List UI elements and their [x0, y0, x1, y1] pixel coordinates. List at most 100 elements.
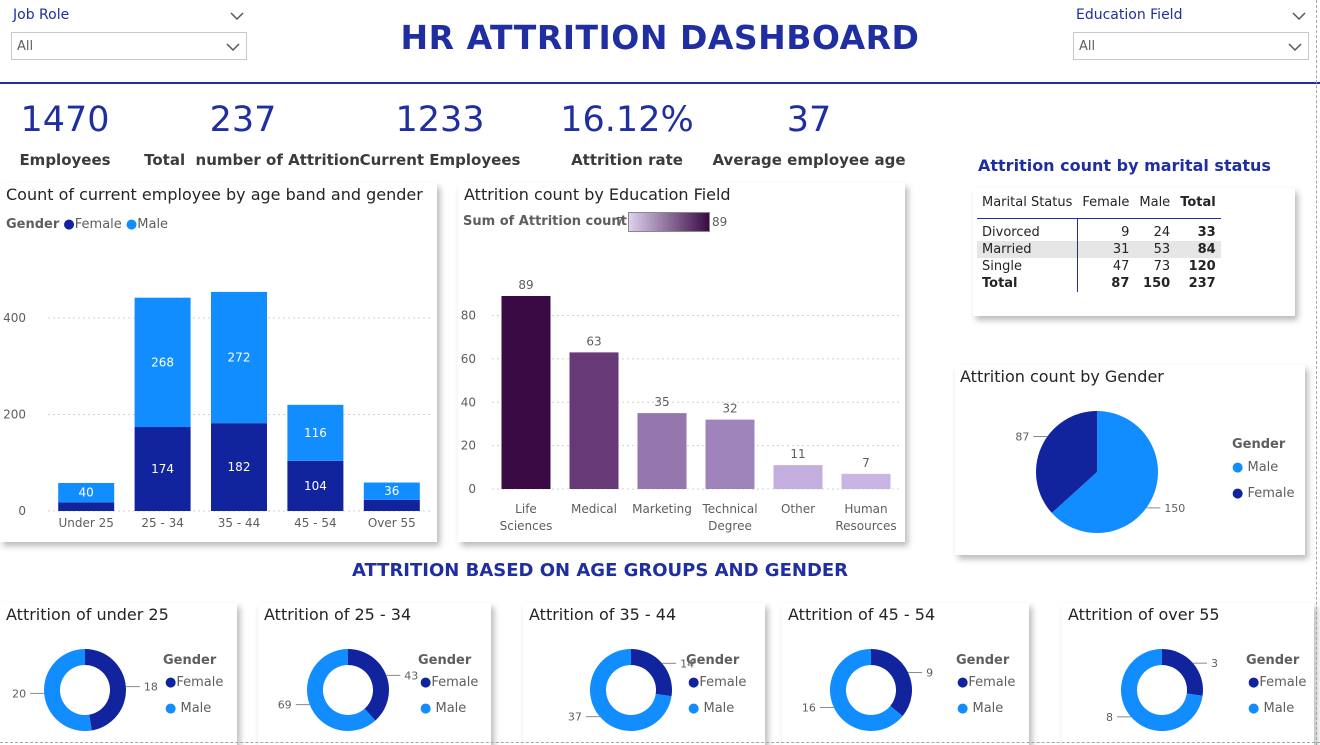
legend-title: Gender [956, 653, 1010, 668]
donut-slice-female [631, 649, 672, 697]
x-tick-label: 35 - 44 [218, 516, 261, 530]
education-chart-card: Attrition count by Education Field Sum o… [458, 183, 905, 542]
legend-item-female: ●Female [1248, 675, 1306, 690]
legend-dot-icon: ● [420, 701, 432, 716]
table-cell: 53 [1153, 242, 1171, 257]
legend-item-male: ● Male [1248, 701, 1294, 716]
y-tick-label: 200 [3, 407, 26, 421]
data-label: 11 [790, 447, 805, 461]
legend-item-female: ●Female [688, 675, 746, 690]
table-cell: Married [977, 241, 1078, 258]
bar [773, 465, 823, 489]
table-cell: 237 [1188, 276, 1216, 291]
data-label: 37 [568, 711, 582, 724]
donut-chart-under-25: 1820 [12, 649, 158, 731]
data-label: 8 [1106, 711, 1113, 724]
chevron-down-icon[interactable] [1292, 11, 1306, 21]
table-cell: Divorced [977, 218, 1078, 241]
data-label: 150 [1164, 502, 1185, 515]
y-tick-label: 80 [461, 309, 476, 323]
legend-dot-icon: ● [1248, 701, 1260, 716]
job-role-dropdown[interactable]: All [11, 32, 247, 60]
donut-chart-35-44: 1437 [568, 649, 694, 731]
x-tick-label: Degree [708, 519, 752, 533]
data-label: 104 [304, 479, 327, 493]
legend-label: Female [1259, 675, 1307, 690]
donut-chart-45-54: 9 16 [802, 649, 933, 731]
table-header[interactable]: Marital Status [977, 194, 1077, 219]
donut-card-45-54: Attrition of 45 - 54 9 16 Gender ●Female … [782, 603, 1029, 745]
legend-item-female: ● Female [1232, 486, 1295, 501]
legend-item-female: ●Female [420, 675, 478, 690]
x-tick-label: Sciences [500, 519, 553, 533]
data-label: 116 [304, 426, 327, 440]
job-role-slicer-label: Job Role [13, 7, 70, 23]
legend-dot-icon: ● [957, 675, 969, 690]
bar-female [58, 502, 115, 511]
table-cell: Single [977, 258, 1078, 275]
age-band-chart-card: Count of current employee by age band an… [0, 183, 437, 542]
marital-title: Attrition count by marital status [978, 156, 1271, 175]
table-cell: 73 [1153, 259, 1171, 274]
page-border-right [1316, 0, 1317, 745]
table-cell: 84 [1197, 242, 1216, 257]
x-tick-label: 45 - 54 [294, 516, 337, 530]
legend-dot-icon: ● [688, 675, 700, 690]
kpi-age-value: 37 [786, 100, 832, 140]
data-label: 16 [802, 701, 816, 714]
donut-slice-female [871, 649, 912, 717]
table-cell: 47 [1112, 259, 1130, 274]
legend-label: Male [703, 701, 735, 716]
data-label: 18 [144, 681, 158, 694]
dashboard-title: HR ATTRITION DASHBOARD [400, 18, 920, 57]
y-tick-label: 0 [18, 504, 26, 518]
data-label: 268 [151, 355, 174, 369]
donut-card-25-34: Attrition of 25 - 34 43 69 Gender ●Female… [258, 603, 491, 745]
data-label: 40 [79, 486, 94, 500]
y-tick-label: 60 [461, 352, 476, 366]
y-tick-label: 40 [461, 395, 476, 409]
table-header[interactable]: Total [1175, 194, 1221, 219]
data-label: 174 [151, 462, 174, 476]
legend-title: Gender [686, 653, 740, 668]
education-field-value: All [1079, 39, 1096, 54]
data-label: 272 [228, 351, 251, 365]
x-tick-label: Life [515, 502, 537, 516]
legend-dot-icon: ● [957, 701, 969, 716]
legend-title: Gender [163, 653, 217, 668]
data-label: 35 [654, 395, 669, 409]
page-border-bottom [0, 742, 1320, 743]
education-bar-chart: 0 20 40 60 80 89 Life Sciences 63 Medical 35 Market… [461, 278, 900, 533]
legend-item-female: ●Female [165, 675, 223, 690]
x-tick-label: Other [781, 502, 815, 516]
education-field-dropdown[interactable]: All [1073, 32, 1309, 60]
age-band-bar-chart: 0 200 400 40 Under 25 174 268 25 - 34 182 272 35 -… [3, 291, 430, 530]
legend-title: Gender [418, 653, 472, 668]
donut-card-over-55: Attrition of over 55 38 Gender ●Female ●… [1062, 603, 1314, 745]
legend-label: Female [699, 675, 747, 690]
x-tick-label: Resources [835, 519, 896, 533]
table-header[interactable]: Female [1077, 194, 1134, 219]
donut-chart-25-34: 43 69 [278, 649, 418, 731]
legend-label: Female [431, 675, 479, 690]
legend-dot-icon: ● [165, 701, 177, 716]
bar [705, 419, 755, 489]
donut-card-under-25: Attrition of under 25 18 20 Gender ●Femal… [0, 603, 237, 745]
marital-table: Marital Status Female Male Total Divorce… [977, 194, 1221, 292]
data-label: 9 [926, 667, 933, 680]
data-label: 3 [1211, 657, 1218, 670]
legend-item-female: ●Female [957, 675, 1015, 690]
data-label: 20 [12, 687, 26, 700]
table-cell: 24 [1153, 225, 1171, 240]
chevron-down-icon[interactable] [230, 11, 244, 21]
table-header[interactable]: Male [1134, 194, 1175, 219]
legend-label: Female [1247, 486, 1295, 501]
data-label: 87 [1015, 431, 1029, 444]
legend-item-male: ● Male [165, 701, 211, 716]
donut-chart-over-55: 38 [1106, 649, 1218, 731]
y-tick-label: 0 [468, 482, 476, 496]
legend-title: Gender [1232, 437, 1286, 452]
job-role-value: All [17, 39, 34, 54]
legend-title: Gender [1246, 653, 1300, 668]
bar [841, 473, 891, 489]
